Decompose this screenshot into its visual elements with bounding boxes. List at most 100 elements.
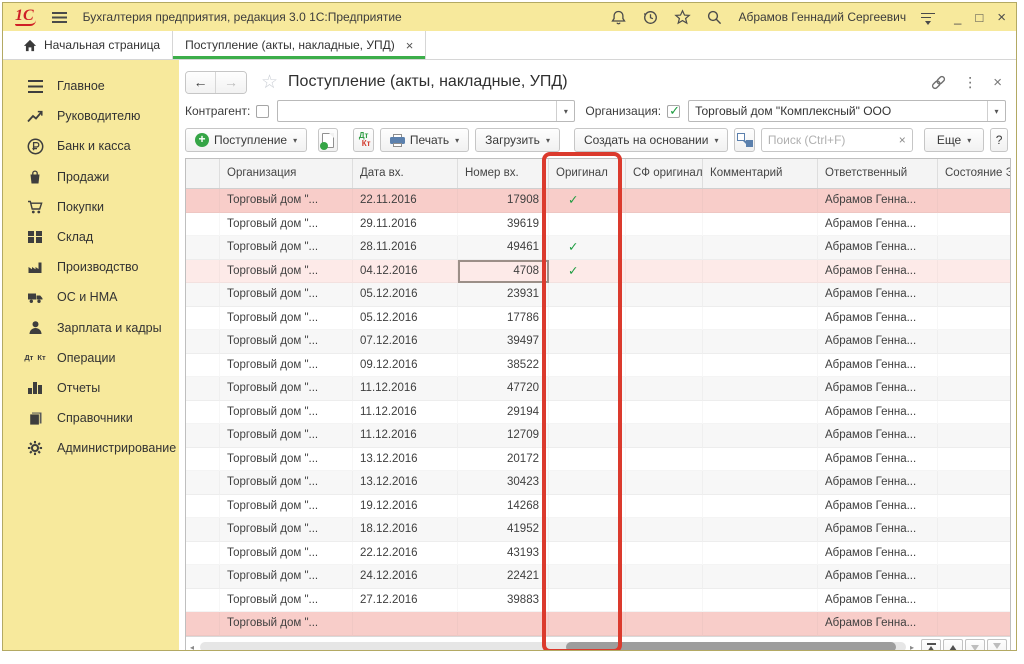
sidebar-item-otchety[interactable]: Отчеты bbox=[3, 373, 179, 403]
column-header-edo-state[interactable]: Состояние ЭДО bbox=[938, 159, 1010, 188]
table-row[interactable]: Торговый дом "... 19.12.2016 14268 Абрам… bbox=[186, 495, 1010, 519]
view-settings-icon[interactable] bbox=[921, 12, 935, 23]
load-button[interactable]: Загрузить ▾ bbox=[475, 128, 560, 152]
table-row[interactable]: Торговый дом "... 04.12.2016 4708 ✓ Абра… bbox=[186, 260, 1010, 284]
search-input[interactable] bbox=[768, 133, 895, 147]
go-last-button[interactable] bbox=[987, 639, 1007, 652]
table-row[interactable]: Торговый дом "... 05.12.2016 17786 Абрам… bbox=[186, 307, 1010, 331]
table-row[interactable]: Торговый дом "... 13.12.2016 20172 Абрам… bbox=[186, 448, 1010, 472]
search-icon[interactable] bbox=[706, 9, 723, 26]
table-row[interactable]: Торговый дом "... 22.12.2016 43193 Абрам… bbox=[186, 542, 1010, 566]
go-down-button[interactable] bbox=[965, 639, 985, 652]
table-row[interactable]: Торговый дом "... 28.11.2016 49461 ✓ Абр… bbox=[186, 236, 1010, 260]
cell-comment bbox=[703, 189, 818, 213]
sidebar-item-pokupki[interactable]: Покупки bbox=[3, 192, 179, 222]
maximize-button[interactable]: □ bbox=[975, 11, 983, 24]
table-row[interactable]: Торговый дом "... 18.12.2016 41952 Абрам… bbox=[186, 518, 1010, 542]
sidebar-item-operatsii[interactable]: ДтКт Операции bbox=[3, 343, 179, 373]
cell-comment bbox=[703, 542, 818, 566]
sidebar-item-os-i-nma[interactable]: ОС и НМА bbox=[3, 282, 179, 312]
sidebar-item-glavnoe[interactable]: Главное bbox=[3, 71, 179, 101]
cell-sf-original bbox=[626, 377, 703, 401]
column-header-status[interactable] bbox=[186, 159, 220, 188]
organization-checkbox[interactable] bbox=[667, 105, 680, 118]
column-header-responsible[interactable]: Ответственный bbox=[818, 159, 938, 188]
column-header-comment[interactable]: Комментарий bbox=[703, 159, 818, 188]
create-document-button[interactable] bbox=[318, 128, 338, 152]
table-row[interactable]: Торговый дом "... 07.12.2016 39497 Абрам… bbox=[186, 330, 1010, 354]
table-row[interactable]: Торговый дом "... 11.12.2016 29194 Абрам… bbox=[186, 401, 1010, 425]
column-header-number[interactable]: Номер вх. bbox=[458, 159, 549, 188]
sidebar-item-zarplata-i-kadry[interactable]: Зарплата и кадры bbox=[3, 313, 179, 343]
scroll-left-icon[interactable]: ◂ bbox=[190, 644, 194, 652]
notifications-bell-icon[interactable] bbox=[610, 9, 627, 26]
chevron-down-icon[interactable]: ▾ bbox=[987, 101, 1005, 121]
show-postings-button[interactable]: ДтКт bbox=[353, 128, 373, 152]
sidebar-item-spravochniki[interactable]: Справочники bbox=[3, 403, 179, 433]
form-close-icon[interactable]: × bbox=[993, 74, 1002, 91]
forward-button[interactable]: → bbox=[216, 72, 246, 93]
receipt-button[interactable]: + Поступление ▾ bbox=[185, 128, 307, 152]
app-window: 1С Бухгалтерия предприятия, редакция 3.0… bbox=[2, 2, 1017, 651]
search-clear-icon[interactable]: × bbox=[899, 133, 906, 147]
column-header-sf-original[interactable]: СФ оригинал bbox=[626, 159, 703, 188]
contractor-checkbox[interactable] bbox=[256, 105, 269, 118]
cell-responsible: Абрамов Генна... bbox=[818, 518, 938, 542]
sidebar-item-proizvodstvo[interactable]: Производство bbox=[3, 252, 179, 282]
more-vert-icon[interactable]: ⋮ bbox=[963, 74, 977, 91]
gear-icon bbox=[24, 439, 46, 457]
favorites-star-icon[interactable] bbox=[674, 9, 691, 26]
cell-number: 39883 bbox=[458, 589, 549, 613]
table-row[interactable]: Торговый дом "... 29.11.2016 39619 Абрам… bbox=[186, 213, 1010, 237]
organization-combobox[interactable]: Торговый дом "Комплексный" ООО ▾ bbox=[688, 100, 1006, 122]
go-first-button[interactable] bbox=[921, 639, 941, 652]
go-up-button[interactable] bbox=[943, 639, 963, 652]
create-based-on-button[interactable]: Создать на основании ▾ bbox=[574, 128, 729, 152]
table-row[interactable]: Торговый дом "... 11.12.2016 12709 Абрам… bbox=[186, 424, 1010, 448]
print-button[interactable]: Печать ▾ bbox=[380, 128, 469, 152]
cell-sf-original bbox=[626, 213, 703, 237]
table-row[interactable]: Торговый дом "... 27.12.2016 39883 Абрам… bbox=[186, 589, 1010, 613]
horizontal-scrollbar[interactable] bbox=[200, 642, 906, 651]
sidebar-item-rukovoditelyu[interactable]: Руководителю bbox=[3, 101, 179, 131]
table-row[interactable]: Торговый дом "... Абрамов Генна... bbox=[186, 612, 1010, 636]
history-icon[interactable] bbox=[642, 9, 659, 26]
table-row[interactable]: Торговый дом "... 05.12.2016 23931 Абрам… bbox=[186, 283, 1010, 307]
column-header-organization[interactable]: Организация bbox=[220, 159, 353, 188]
scrollbar-thumb[interactable] bbox=[566, 642, 896, 651]
help-button[interactable]: ? bbox=[990, 128, 1008, 152]
sidebar-item-prodazhi[interactable]: Продажи bbox=[3, 162, 179, 192]
cell-responsible: Абрамов Генна... bbox=[818, 471, 938, 495]
edo-button[interactable] bbox=[734, 128, 754, 152]
table-row[interactable]: Торговый дом "... 13.12.2016 30423 Абрам… bbox=[186, 471, 1010, 495]
column-header-date[interactable]: Дата вх. bbox=[353, 159, 458, 188]
sidebar-item-bank-i-kassa[interactable]: Банк и касса bbox=[3, 131, 179, 161]
cell-edo-state bbox=[938, 565, 1010, 589]
more-button[interactable]: Еще ▾ bbox=[924, 128, 984, 152]
sidebar-item-administrirovanie[interactable]: Администрирование bbox=[3, 433, 179, 463]
tab-postuplenie[interactable]: Поступление (акты, накладные, УПД) × bbox=[172, 31, 426, 59]
column-header-original[interactable]: Оригинал bbox=[549, 159, 626, 188]
table-row[interactable]: Торговый дом "... 22.11.2016 17908 ✓ Абр… bbox=[186, 189, 1010, 213]
sidebar-item-sklad[interactable]: Склад bbox=[3, 222, 179, 252]
link-icon[interactable] bbox=[930, 74, 947, 91]
cell-number: 17786 bbox=[458, 307, 549, 331]
table-row[interactable]: Торговый дом "... 11.12.2016 47720 Абрам… bbox=[186, 377, 1010, 401]
titlebar-right: Абрамов Геннадий Сергеевич _ □ × bbox=[610, 9, 1006, 26]
favorite-star-icon[interactable]: ☆ bbox=[261, 71, 278, 94]
contractor-combobox[interactable]: ▾ bbox=[277, 100, 575, 122]
table-row[interactable]: Торговый дом "... 09.12.2016 38522 Абрам… bbox=[186, 354, 1010, 378]
tab-close-icon[interactable]: × bbox=[406, 38, 414, 53]
close-button[interactable]: × bbox=[997, 11, 1006, 24]
tab-home[interactable]: Начальная страница bbox=[11, 31, 172, 59]
chevron-down-icon[interactable]: ▾ bbox=[556, 101, 574, 121]
user-name[interactable]: Абрамов Геннадий Сергеевич bbox=[738, 10, 906, 24]
scroll-right-icon[interactable]: ▸ bbox=[910, 644, 914, 652]
main-menu-icon[interactable] bbox=[52, 12, 67, 23]
cell-responsible: Абрамов Генна... bbox=[818, 354, 938, 378]
cell-responsible: Абрамов Генна... bbox=[818, 542, 938, 566]
back-button[interactable]: ← bbox=[186, 72, 216, 93]
minimize-button[interactable]: _ bbox=[954, 11, 961, 24]
cell-sf-original bbox=[626, 471, 703, 495]
table-row[interactable]: Торговый дом "... 24.12.2016 22421 Абрам… bbox=[186, 565, 1010, 589]
